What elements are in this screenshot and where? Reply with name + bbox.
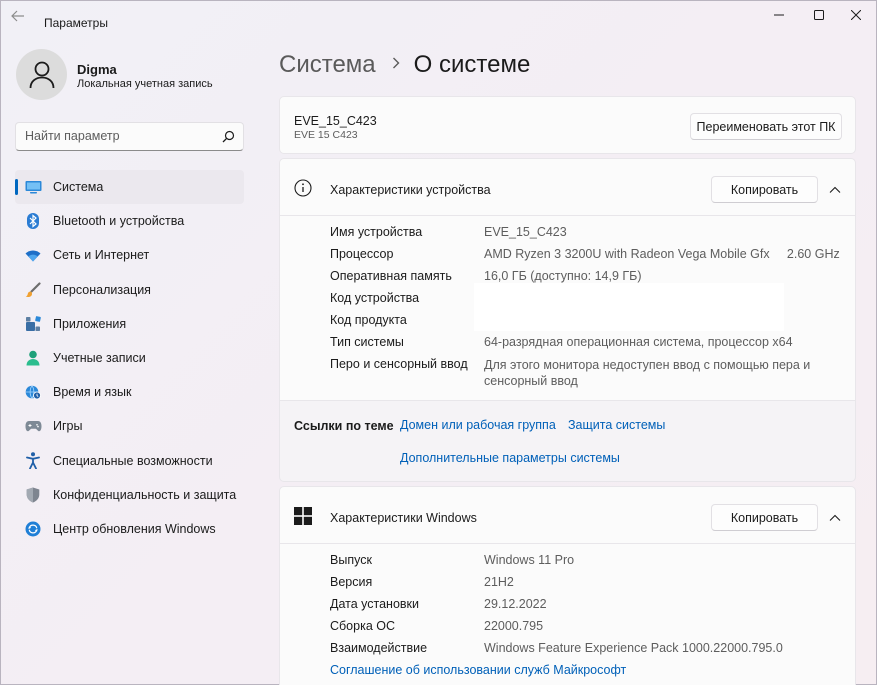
sidebar-item-label: Центр обновления Windows	[53, 521, 216, 536]
rename-pc-button[interactable]: Переименовать этот ПК	[690, 113, 842, 140]
spec-value: 21H2	[484, 575, 514, 589]
spec-value: AMD Ryzen 3 3200U with Radeon Vega Mobil…	[484, 247, 840, 261]
windows-specs-title: Характеристики Windows	[330, 511, 477, 525]
sidebar-item-label: Система	[53, 180, 104, 195]
device-specs-header[interactable]: Характеристики устройства Копировать	[279, 158, 856, 216]
spec-label: Версия	[330, 575, 373, 589]
spec-value: Для этого монитора недоступен ввод с пом…	[484, 358, 811, 388]
sidebar-item-windows-update[interactable]: Центр обновления Windows	[15, 512, 244, 546]
sidebar-nav: Система Bluetooth и устройства Сеть и Ин…	[15, 170, 244, 546]
breadcrumb-parent[interactable]: Система	[279, 51, 376, 79]
spec-label: Выпуск	[330, 553, 372, 567]
spec-value: 29.12.2022	[484, 597, 547, 611]
accessibility-icon	[24, 452, 42, 470]
sidebar-item-personalization[interactable]: Персонализация	[15, 273, 244, 307]
spec-value: Windows Feature Experience Pack 1000.220…	[484, 641, 783, 655]
profile-account-type: Локальная учетная запись	[77, 78, 213, 90]
globe-clock-icon	[24, 383, 42, 401]
spec-label: Перо и сенсорный ввод	[330, 357, 468, 371]
close-icon	[851, 10, 861, 20]
spec-label: Код устройства	[330, 291, 420, 305]
spec-label: Взаимодействие	[330, 641, 428, 655]
device-specs-title: Характеристики устройства	[330, 183, 491, 197]
sidebar-item-accessibility[interactable]: Специальные возможности	[15, 444, 244, 478]
close-button[interactable]	[833, 1, 877, 29]
app-title: Параметры	[44, 16, 108, 30]
sidebar-item-apps[interactable]: Приложения	[15, 307, 244, 341]
sidebar-item-accounts[interactable]: Учетные записи	[15, 341, 244, 375]
spec-label: Оперативная память	[330, 269, 452, 283]
profile-name: Digma	[77, 62, 117, 77]
pc-model: EVE 15 C423	[294, 129, 358, 141]
search-input[interactable]	[25, 129, 215, 143]
sidebar-item-label: Bluetooth и устройства	[53, 214, 185, 229]
spec-label: Тип системы	[330, 335, 404, 349]
chevron-right-icon	[392, 56, 400, 74]
sidebar-item-privacy[interactable]: Конфиденциальность и защита	[15, 478, 244, 512]
settings-window: Параметры Digma Локальная учетная запись…	[0, 0, 877, 685]
pc-name: EVE_15_C423	[294, 114, 377, 128]
update-icon	[24, 520, 42, 538]
spec-value: Windows 11 Pro	[484, 553, 575, 567]
spec-value: 16,0 ГБ (доступно: 14,9 ГБ)	[484, 269, 642, 283]
minimize-icon	[774, 14, 784, 16]
arrow-left-icon	[11, 10, 24, 22]
brush-icon	[24, 281, 42, 299]
wifi-icon	[24, 246, 42, 264]
spec-label: Процессор	[330, 247, 394, 261]
pc-name-card: EVE_15_C423 EVE 15 C423 Переименовать эт…	[279, 96, 856, 154]
back-button[interactable]	[11, 9, 31, 25]
apps-icon	[24, 315, 42, 333]
shield-icon	[24, 486, 42, 504]
sidebar-item-label: Персонализация	[53, 282, 151, 297]
windows-specs-header[interactable]: Характеристики Windows Копировать	[279, 486, 856, 544]
sidebar-item-bluetooth[interactable]: Bluetooth и устройства	[15, 204, 244, 238]
spec-label: Дата установки	[330, 597, 419, 611]
search-icon[interactable]	[222, 130, 235, 148]
spec-value: 64-разрядная операционная система, проце…	[484, 335, 793, 349]
bluetooth-icon	[24, 212, 42, 230]
page-title: О системе	[413, 51, 531, 78]
link-services-agreement[interactable]: Соглашение об использовании служб Майкро…	[330, 663, 626, 677]
maximize-icon	[814, 10, 824, 20]
link-advanced-system-settings[interactable]: Дополнительные параметры системы	[400, 451, 620, 465]
avatar[interactable]	[16, 49, 67, 100]
monitor-icon	[24, 178, 42, 196]
sidebar-item-network[interactable]: Сеть и Интернет	[15, 238, 244, 272]
copy-device-specs-button[interactable]: Копировать	[711, 176, 818, 203]
info-icon	[294, 179, 312, 202]
gamepad-icon	[24, 417, 42, 435]
person-icon	[29, 61, 54, 88]
search-box[interactable]	[15, 122, 244, 151]
chevron-up-icon[interactable]	[829, 181, 841, 199]
sidebar-item-label: Игры	[53, 419, 83, 434]
windows-logo-icon	[294, 507, 312, 530]
sidebar-item-label: Специальные возможности	[53, 453, 213, 468]
related-links: Ссылки по теме Домен или рабочая группа …	[279, 400, 856, 482]
sidebar-item-label: Время и язык	[53, 385, 132, 400]
sidebar-item-label: Конфиденциальность и защита	[53, 487, 237, 502]
sidebar-item-system[interactable]: Система	[15, 170, 244, 205]
link-system-protection[interactable]: Защита системы	[568, 418, 665, 432]
sidebar-item-gaming[interactable]: Игры	[15, 409, 244, 443]
sidebar-item-label: Сеть и Интернет	[53, 248, 150, 263]
spec-label: Сборка ОС	[330, 619, 396, 633]
windows-specs-body: Выпуск Windows 11 Pro Версия 21H2 Дата у…	[279, 544, 856, 685]
breadcrumb: Система О системе	[279, 51, 530, 79]
sidebar-item-label: Приложения	[53, 316, 127, 331]
related-links-label: Ссылки по теме	[294, 419, 394, 433]
redacted-area	[474, 283, 784, 331]
person-icon	[24, 349, 42, 367]
spec-value: 22000.795	[484, 619, 544, 633]
spec-label: Код продукта	[330, 313, 407, 327]
spec-label: Имя устройства	[330, 225, 423, 239]
title-bar: Параметры	[1, 1, 877, 31]
chevron-up-icon[interactable]	[829, 509, 841, 527]
link-domain-workgroup[interactable]: Домен или рабочая группа	[400, 418, 556, 432]
sidebar-item-time-language[interactable]: Время и язык	[15, 375, 244, 409]
spec-value: EVE_15_C423	[484, 225, 567, 239]
sidebar-item-label: Учетные записи	[53, 351, 146, 366]
copy-windows-specs-button[interactable]: Копировать	[711, 504, 818, 531]
